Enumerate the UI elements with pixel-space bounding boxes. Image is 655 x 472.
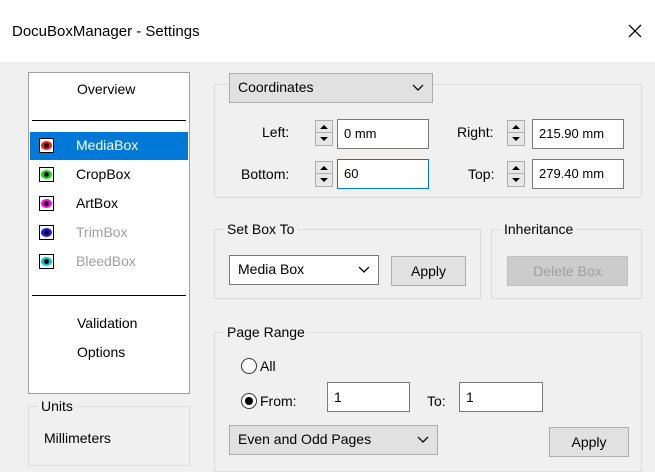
top-input[interactable]: 279.40 mm xyxy=(532,159,624,189)
inheritance-legend: Inheritance xyxy=(501,221,577,237)
all-label: All xyxy=(260,358,276,374)
close-button[interactable] xyxy=(620,14,650,48)
bottom-spinner[interactable] xyxy=(315,161,333,187)
list-item-cropbox[interactable]: CropBox xyxy=(30,161,188,189)
coordinates-dropdown[interactable]: Coordinates xyxy=(229,73,433,103)
to-label: To: xyxy=(427,393,446,409)
list-item-mediabox[interactable]: MediaBox xyxy=(30,132,188,160)
spin-up-icon[interactable] xyxy=(508,121,524,133)
right-spinner[interactable] xyxy=(507,120,525,146)
eye-magenta-icon xyxy=(39,196,54,211)
page-subset-dropdown-value: Even and Odd Pages xyxy=(238,431,372,447)
page-subset-dropdown[interactable]: Even and Odd Pages xyxy=(229,425,438,455)
close-icon xyxy=(628,24,642,38)
window-title: DocuBoxManager - Settings xyxy=(12,23,200,40)
eye-blue-icon xyxy=(39,225,54,240)
set-box-legend: Set Box To xyxy=(224,221,298,237)
list-item-artbox[interactable]: ArtBox xyxy=(30,190,188,218)
list-item-label: CropBox xyxy=(76,166,131,182)
left-input[interactable]: 0 mm xyxy=(337,119,429,149)
list-item-label: ArtBox xyxy=(76,195,119,211)
units-legend: Units xyxy=(38,398,76,414)
list-item-label: TrimBox xyxy=(76,224,128,240)
left-label: Left: xyxy=(262,124,290,140)
units-value[interactable]: Millimeters xyxy=(44,430,111,446)
list-item-overview[interactable]: Overview xyxy=(77,81,135,97)
spin-down-icon[interactable] xyxy=(508,174,524,186)
chevron-down-icon xyxy=(417,436,429,443)
list-item-bleedbox[interactable]: BleedBox xyxy=(30,248,188,276)
coordinates-dropdown-value: Coordinates xyxy=(238,79,314,95)
set-box-dropdown[interactable]: Media Box xyxy=(229,255,379,285)
all-radio[interactable] xyxy=(241,358,257,374)
bottom-input[interactable]: 60 xyxy=(337,159,429,189)
list-item-label: MediaBox xyxy=(76,137,139,153)
list-separator xyxy=(32,120,186,121)
page-range-apply-button[interactable]: Apply xyxy=(549,427,629,457)
eye-cyan-icon xyxy=(39,254,54,269)
spin-down-icon[interactable] xyxy=(508,133,524,145)
page-range-legend: Page Range xyxy=(224,324,308,340)
top-spinner[interactable] xyxy=(507,161,525,187)
to-input[interactable]: 1 xyxy=(459,382,543,412)
spin-up-icon[interactable] xyxy=(316,121,332,133)
list-separator xyxy=(32,295,186,296)
box-list[interactable]: Overview MediaBox CropBox ArtBox TrimBox… xyxy=(28,72,190,394)
right-input[interactable]: 215.90 mm xyxy=(532,119,624,149)
spin-up-icon[interactable] xyxy=(316,162,332,174)
set-box-dropdown-value: Media Box xyxy=(238,261,305,277)
eye-red-icon xyxy=(39,138,54,153)
spin-down-icon[interactable] xyxy=(316,174,332,186)
from-radio[interactable] xyxy=(241,393,257,409)
list-item-label: BleedBox xyxy=(76,253,136,269)
from-label: From: xyxy=(260,393,297,409)
left-spinner[interactable] xyxy=(315,120,333,146)
from-input[interactable]: 1 xyxy=(327,382,410,412)
list-item-trimbox[interactable]: TrimBox xyxy=(30,219,188,247)
set-box-apply-button[interactable]: Apply xyxy=(391,256,466,286)
chevron-down-icon xyxy=(412,84,424,91)
delete-box-button[interactable]: Delete Box xyxy=(507,256,628,286)
spin-up-icon[interactable] xyxy=(508,162,524,174)
eye-green-icon xyxy=(39,167,54,182)
chevron-down-icon xyxy=(358,266,370,273)
right-label: Right: xyxy=(457,124,494,140)
list-item-validation[interactable]: Validation xyxy=(77,315,137,331)
spin-down-icon[interactable] xyxy=(316,133,332,145)
top-label: Top: xyxy=(468,166,495,182)
bottom-label: Bottom: xyxy=(241,166,290,182)
list-item-options[interactable]: Options xyxy=(77,344,125,360)
